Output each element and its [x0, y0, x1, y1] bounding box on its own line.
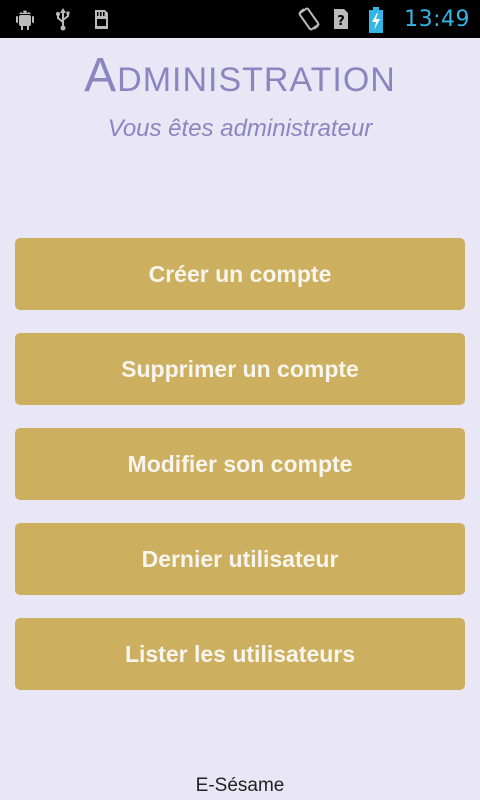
status-bar-left [12, 6, 114, 32]
android-debug-icon [12, 6, 38, 32]
status-bar-right: ? 13:49 [296, 0, 470, 38]
create-account-button[interactable]: Créer un compte [15, 238, 465, 310]
last-user-button[interactable]: Dernier utilisateur [15, 523, 465, 595]
signal-no-sim-icon: ? [332, 6, 358, 32]
page-subtitle: Vous êtes administrateur [107, 115, 373, 142]
list-users-button[interactable]: Lister les utilisateurs [15, 618, 465, 690]
sd-card-icon [88, 6, 114, 32]
app-name-footer: E-Sésame [195, 775, 285, 796]
svg-text:?: ? [337, 14, 345, 29]
status-bar: ? 13:49 [0, 0, 480, 38]
edit-account-button[interactable]: Modifier son compte [15, 428, 465, 500]
page-title: Administration [84, 49, 396, 102]
battery-charging-icon [368, 6, 394, 33]
usb-icon [50, 6, 76, 32]
status-time: 13:49 [404, 6, 470, 32]
delete-account-button[interactable]: Supprimer un compte [15, 333, 465, 405]
rotate-icon [296, 6, 322, 32]
